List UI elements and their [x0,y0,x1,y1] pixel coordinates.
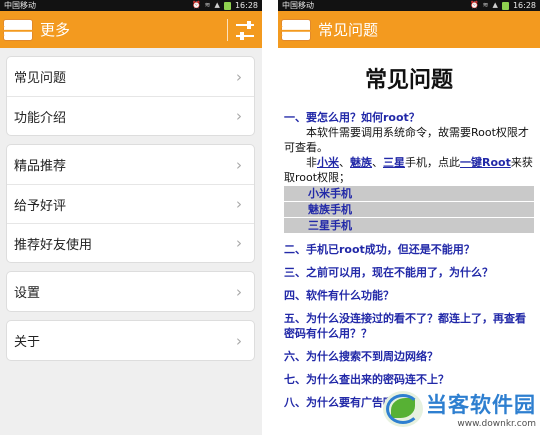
xiaomi-link[interactable]: 小米 [317,156,339,169]
back-button[interactable]: 🡐 [278,18,317,41]
status-bar: 中国移动 ⏰ ≋ ▲ 16:28 [278,0,540,11]
faq-question[interactable]: 五、为什么没连接过的看不了？都连上了，再查看密码有什么用？？ [284,311,534,341]
faq-question[interactable]: 六、为什么搜索不到周边网络？ [284,349,534,364]
app-bar: 🡐 常见问题 [278,11,540,48]
alarm-icon: ⏰ [469,1,479,9]
menu-group-about: 关于 › [6,320,255,361]
signal-icon: ▲ [214,1,220,9]
menu-item-share-friends[interactable]: 推荐好友使用 › [7,223,254,262]
document-heading: 常见问题 [364,68,453,93]
one-click-root-link[interactable]: 一键Root [460,156,511,169]
menu-group-help: 常见问题 › 功能介绍 › [6,56,255,136]
faq-document: 常见问题 一、要怎么用？如何root？ 本软件需要调用系统命令，故需要Root权… [278,62,540,410]
watermark-name: 当客软件园 [426,393,536,417]
battery-icon [501,1,509,10]
faq-question: 一、要怎么用？如何root？ [284,111,420,124]
alarm-icon: ⏰ [191,1,201,9]
watermark-url: www.downkr.com [457,419,536,429]
chevron-right-icon: › [236,195,242,213]
carrier-label: 中国移动 [282,1,314,10]
wifi-icon: ≋ [204,1,211,9]
settings-button[interactable] [234,19,256,41]
xiaomi-phone-bar[interactable]: 小米手机 [284,186,534,201]
menu-item-about[interactable]: 关于 › [7,321,254,360]
page-title: 更多 [40,21,71,39]
chevron-right-icon: › [236,282,242,301]
more-screen: 中国移动 ⏰ ≋ ▲ 16:28 🡐 更多 常见问题 › 功能介绍 › 精品推荐 › … [0,0,262,435]
faq-question[interactable]: 三、之前可以用，现在不能用了，为什么？ [284,265,534,280]
chevron-right-icon: › [236,234,242,252]
faq-question[interactable]: 七、为什么查出来的密码连不上？ [284,372,534,387]
chevron-right-icon: › [236,67,242,86]
sliders-icon [236,20,254,29]
chevron-right-icon: › [236,107,242,125]
menu-group-share: 精品推荐 › 给予好评 › 推荐好友使用 › [6,144,255,263]
clock-label: 16:28 [234,1,258,10]
samsung-phone-bar[interactable]: 三星手机 [284,218,534,233]
menu-item-rate[interactable]: 给予好评 › [7,184,254,223]
samsung-link[interactable]: 三星 [383,156,405,169]
battery-icon [223,1,231,10]
watermark: 当客软件园 www.downkr.com [383,389,536,429]
back-arrow-icon: 🡐 [0,20,40,40]
back-arrow-icon: 🡐 [278,20,318,40]
wifi-icon: ≋ [482,1,489,9]
faq-question[interactable]: 四、软件有什么功能？ [284,288,534,303]
meizu-link[interactable]: 魅族 [350,156,372,169]
clock-label: 16:28 [512,1,536,10]
menu-item-faq[interactable]: 常见问题 › [7,57,254,96]
menu-item-recommended[interactable]: 精品推荐 › [7,145,254,184]
signal-icon: ▲ [492,1,498,9]
appbar-divider [227,19,228,41]
chevron-right-icon: › [236,155,242,174]
page-title: 常见问题 [318,21,379,39]
back-button[interactable]: 🡐 [0,18,39,41]
menu-group-settings: 设置 › [6,271,255,312]
status-bar: 中国移动 ⏰ ≋ ▲ 16:28 [0,0,262,11]
meizu-phone-bar[interactable]: 魅族手机 [284,202,534,217]
faq-answer: 非小米、魅族、三星手机，点此一键Root来获取root权限； [284,156,533,184]
menu-item-features[interactable]: 功能介绍 › [7,96,254,135]
downkr-logo-icon [383,391,423,427]
app-bar: 🡐 更多 [0,11,262,48]
carrier-label: 中国移动 [4,1,36,10]
menu-item-settings[interactable]: 设置 › [7,272,254,311]
faq-screen: 中国移动 ⏰ ≋ ▲ 16:28 🡐 常见问题 常见问题 一、要怎么用？如何ro… [278,0,540,435]
chevron-right-icon: › [236,331,242,350]
faq-question[interactable]: 二、手机已root成功，但还是不能用？ [284,242,534,257]
faq-answer: 本软件需要调用系统命令，故需要Root权限才可查看。 [284,126,529,154]
